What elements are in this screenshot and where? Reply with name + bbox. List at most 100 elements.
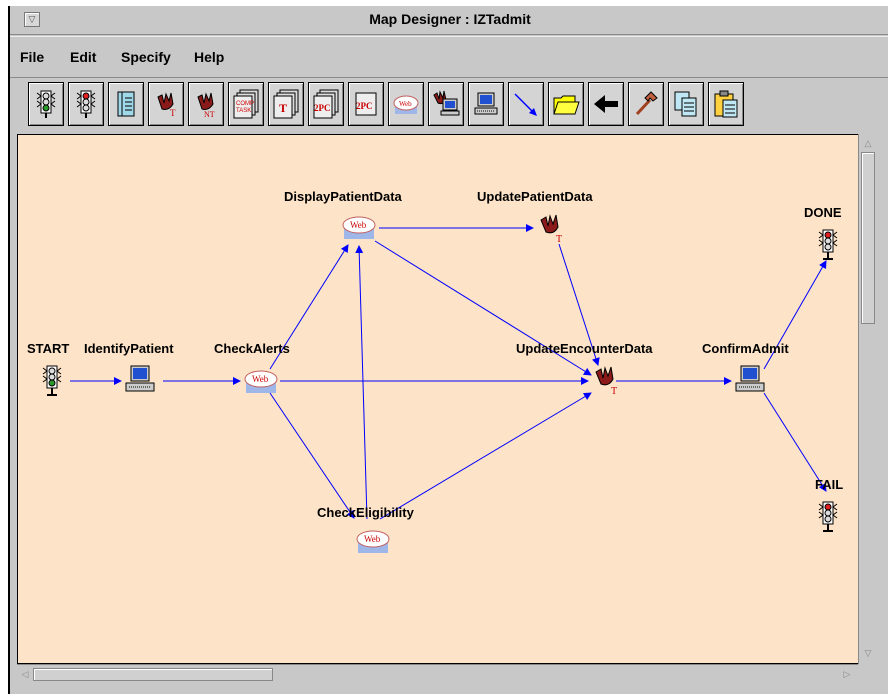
nested-transaction-button[interactable]: NT xyxy=(188,82,224,126)
svg-text:NT: NT xyxy=(204,110,215,119)
window-title: Map Designer : IZTadmit xyxy=(369,11,531,27)
node-label-identify-patient: IdentifyPatient xyxy=(84,341,174,356)
toolbar: T NT COMP TASK T 2PC 2PC Web xyxy=(16,82,876,126)
two-phase-commit-stack-button[interactable]: 2PC xyxy=(308,82,344,126)
node-label-display-patient-data: DisplayPatientData xyxy=(284,189,402,204)
start-light-icon xyxy=(42,365,62,396)
computer-icon xyxy=(474,92,498,115)
node-label-update-encounter-data: UpdateEncounterData xyxy=(516,341,653,356)
title-bar[interactable]: ▽ Map Designer : IZTadmit xyxy=(10,6,888,35)
copy-pages-icon xyxy=(674,91,697,117)
2pc-icon: 2PC xyxy=(355,92,377,116)
node-update-patient-data[interactable]: T xyxy=(536,211,568,245)
edge-layer xyxy=(70,224,827,520)
notebook-icon xyxy=(117,91,135,117)
notebook-button[interactable] xyxy=(108,82,144,126)
node-display-patient-data[interactable]: Web xyxy=(340,213,378,241)
hand-computer-button[interactable] xyxy=(428,82,464,126)
web-icon: Web xyxy=(356,530,390,553)
svg-text:TASK: TASK xyxy=(236,108,251,114)
node-label-confirm-admit: ConfirmAdmit xyxy=(702,341,789,356)
scroll-left-icon[interactable]: ◁ xyxy=(18,667,32,681)
node-check-eligibility[interactable]: Web xyxy=(354,527,392,555)
computer-icon xyxy=(735,365,765,392)
vertical-scroll-thumb[interactable] xyxy=(861,152,875,324)
svg-text:2PC: 2PC xyxy=(356,101,373,111)
clipboard-icon xyxy=(714,90,738,118)
edge-eligibility-encounter[interactable] xyxy=(379,392,592,520)
svg-text:2PC: 2PC xyxy=(314,103,331,113)
transaction-T-icon: T xyxy=(595,366,617,397)
node-check-alerts[interactable]: Web xyxy=(242,367,280,395)
menu-edit[interactable]: Edit xyxy=(70,49,96,65)
svg-text:Web: Web xyxy=(252,374,269,384)
svg-text:T: T xyxy=(170,108,176,118)
node-label-done: DONE xyxy=(804,205,842,220)
paste-button[interactable] xyxy=(708,82,744,126)
menu-specify[interactable]: Specify xyxy=(121,49,171,65)
web-icon: Web xyxy=(342,216,376,239)
scroll-right-icon[interactable]: ▷ xyxy=(840,667,854,681)
back-arrow-icon xyxy=(594,95,618,113)
vertical-scrollbar[interactable]: △ ▽ xyxy=(858,134,877,664)
svg-text:COMP: COMP xyxy=(236,101,254,107)
comp-task-button[interactable]: COMP TASK xyxy=(228,82,264,126)
computer-icon xyxy=(125,365,155,392)
map-canvas[interactable]: START IdentifyPatient CheckAlerts Web Di… xyxy=(17,134,859,664)
comp-task-icon: COMP TASK xyxy=(233,89,259,119)
hammer-icon xyxy=(635,91,658,116)
open-folder-button[interactable] xyxy=(548,82,584,126)
stop-light-button[interactable] xyxy=(68,82,104,126)
web-icon: Web xyxy=(393,95,419,114)
svg-text:Web: Web xyxy=(364,534,381,544)
start-light-icon xyxy=(36,90,56,118)
node-identify-patient[interactable] xyxy=(122,363,158,395)
transaction-T-icon: T xyxy=(157,92,176,118)
node-update-encounter-data[interactable]: T xyxy=(591,363,623,397)
web-button[interactable]: Web xyxy=(388,82,424,126)
menu-bar: File Edit Specify Help xyxy=(10,36,888,78)
node-label-check-eligibility: CheckEligibility xyxy=(317,505,414,520)
scroll-down-icon[interactable]: ▽ xyxy=(861,646,875,660)
copy-button[interactable] xyxy=(668,82,704,126)
svg-text:T: T xyxy=(279,101,287,115)
hammer-button[interactable] xyxy=(628,82,664,126)
arrow-connector-button[interactable] xyxy=(508,82,544,126)
hand-computer-icon xyxy=(433,90,460,116)
node-label-start: START xyxy=(27,341,70,356)
node-label-update-patient-data: UpdatePatientData xyxy=(477,189,593,204)
stop-light-icon xyxy=(76,90,96,118)
computer-button[interactable] xyxy=(468,82,504,126)
web-icon: Web xyxy=(244,370,278,393)
node-label-fail: FAIL xyxy=(815,477,844,492)
start-light-button[interactable] xyxy=(28,82,64,126)
edge-checkalerts-eligibility[interactable] xyxy=(269,392,355,519)
node-label-check-alerts: CheckAlerts xyxy=(214,341,290,356)
svg-text:T: T xyxy=(556,234,562,245)
T-stack-icon: T xyxy=(273,89,299,119)
task-stack-button[interactable]: T xyxy=(268,82,304,126)
node-start[interactable] xyxy=(40,363,64,397)
stop-light-icon xyxy=(818,229,838,260)
2pc-stack-icon: 2PC xyxy=(313,89,339,119)
transaction-NT-icon: NT xyxy=(197,92,215,119)
back-arrow-button[interactable] xyxy=(588,82,624,126)
menu-help[interactable]: Help xyxy=(194,49,224,65)
two-phase-commit-button[interactable]: 2PC xyxy=(348,82,384,126)
horizontal-scroll-thumb[interactable] xyxy=(33,668,273,681)
node-fail[interactable] xyxy=(816,499,840,533)
svg-text:Web: Web xyxy=(350,220,367,230)
node-confirm-admit[interactable] xyxy=(732,363,768,395)
menu-file[interactable]: File xyxy=(20,49,44,65)
edge-eligibility-display[interactable] xyxy=(355,245,368,520)
svg-text:T: T xyxy=(611,386,617,397)
node-done[interactable] xyxy=(816,227,840,261)
horizontal-scrollbar[interactable]: ◁ ▷ xyxy=(17,664,858,683)
open-folder-icon xyxy=(553,95,580,115)
transaction-button[interactable]: T xyxy=(148,82,184,126)
stop-light-icon xyxy=(818,501,838,532)
scroll-up-icon[interactable]: △ xyxy=(861,136,875,150)
svg-text:Web: Web xyxy=(399,100,412,108)
transaction-T-icon: T xyxy=(540,214,562,245)
arrow-connector-icon xyxy=(514,93,537,116)
